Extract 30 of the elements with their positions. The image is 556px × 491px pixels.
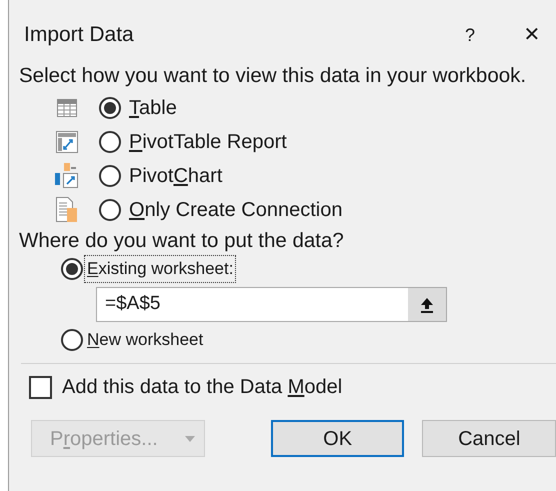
up-arrow-icon	[420, 296, 434, 312]
option-label[interactable]: Table	[129, 93, 177, 123]
radio-button[interactable]	[99, 131, 121, 153]
radio-button[interactable]	[99, 165, 121, 187]
collapse-dialog-button[interactable]	[408, 288, 446, 321]
dialog-button[interactable]: Cancel	[422, 420, 556, 457]
cell-reference-field[interactable]: =$A$5	[96, 287, 447, 322]
radio-button[interactable]	[61, 329, 83, 351]
option-label[interactable]: PivotTable Report	[129, 127, 287, 157]
location-prompt: Where do you want to put the data?	[19, 229, 345, 253]
caret-icon	[184, 436, 195, 442]
view-prompt: Select how you want to view this data in your workbook.	[19, 64, 528, 88]
window-title: Import Data	[24, 22, 135, 48]
field-value: =$A$5	[104, 292, 162, 316]
option-label[interactable]: Only Create Connection	[129, 195, 342, 225]
radio-button[interactable]	[99, 97, 121, 119]
radio-button[interactable]	[61, 258, 83, 280]
connection-file-icon	[56, 197, 78, 223]
help-button[interactable]: ?	[450, 15, 490, 55]
dialog-button[interactable]: OK	[270, 420, 404, 457]
option-label[interactable]: Existing worksheet:	[85, 256, 236, 282]
option-label[interactable]: New worksheet	[85, 327, 206, 353]
checkbox[interactable]	[29, 376, 52, 398]
radio-button[interactable]	[99, 199, 121, 221]
checkbox-label[interactable]: Add this data to the Data Model	[62, 372, 342, 402]
option-label[interactable]: PivotChart	[129, 161, 222, 191]
pivot-chart-icon	[55, 163, 79, 189]
close-button[interactable]: ✕	[512, 15, 552, 55]
table-icon	[57, 99, 77, 117]
pivot-table-icon	[56, 131, 78, 153]
